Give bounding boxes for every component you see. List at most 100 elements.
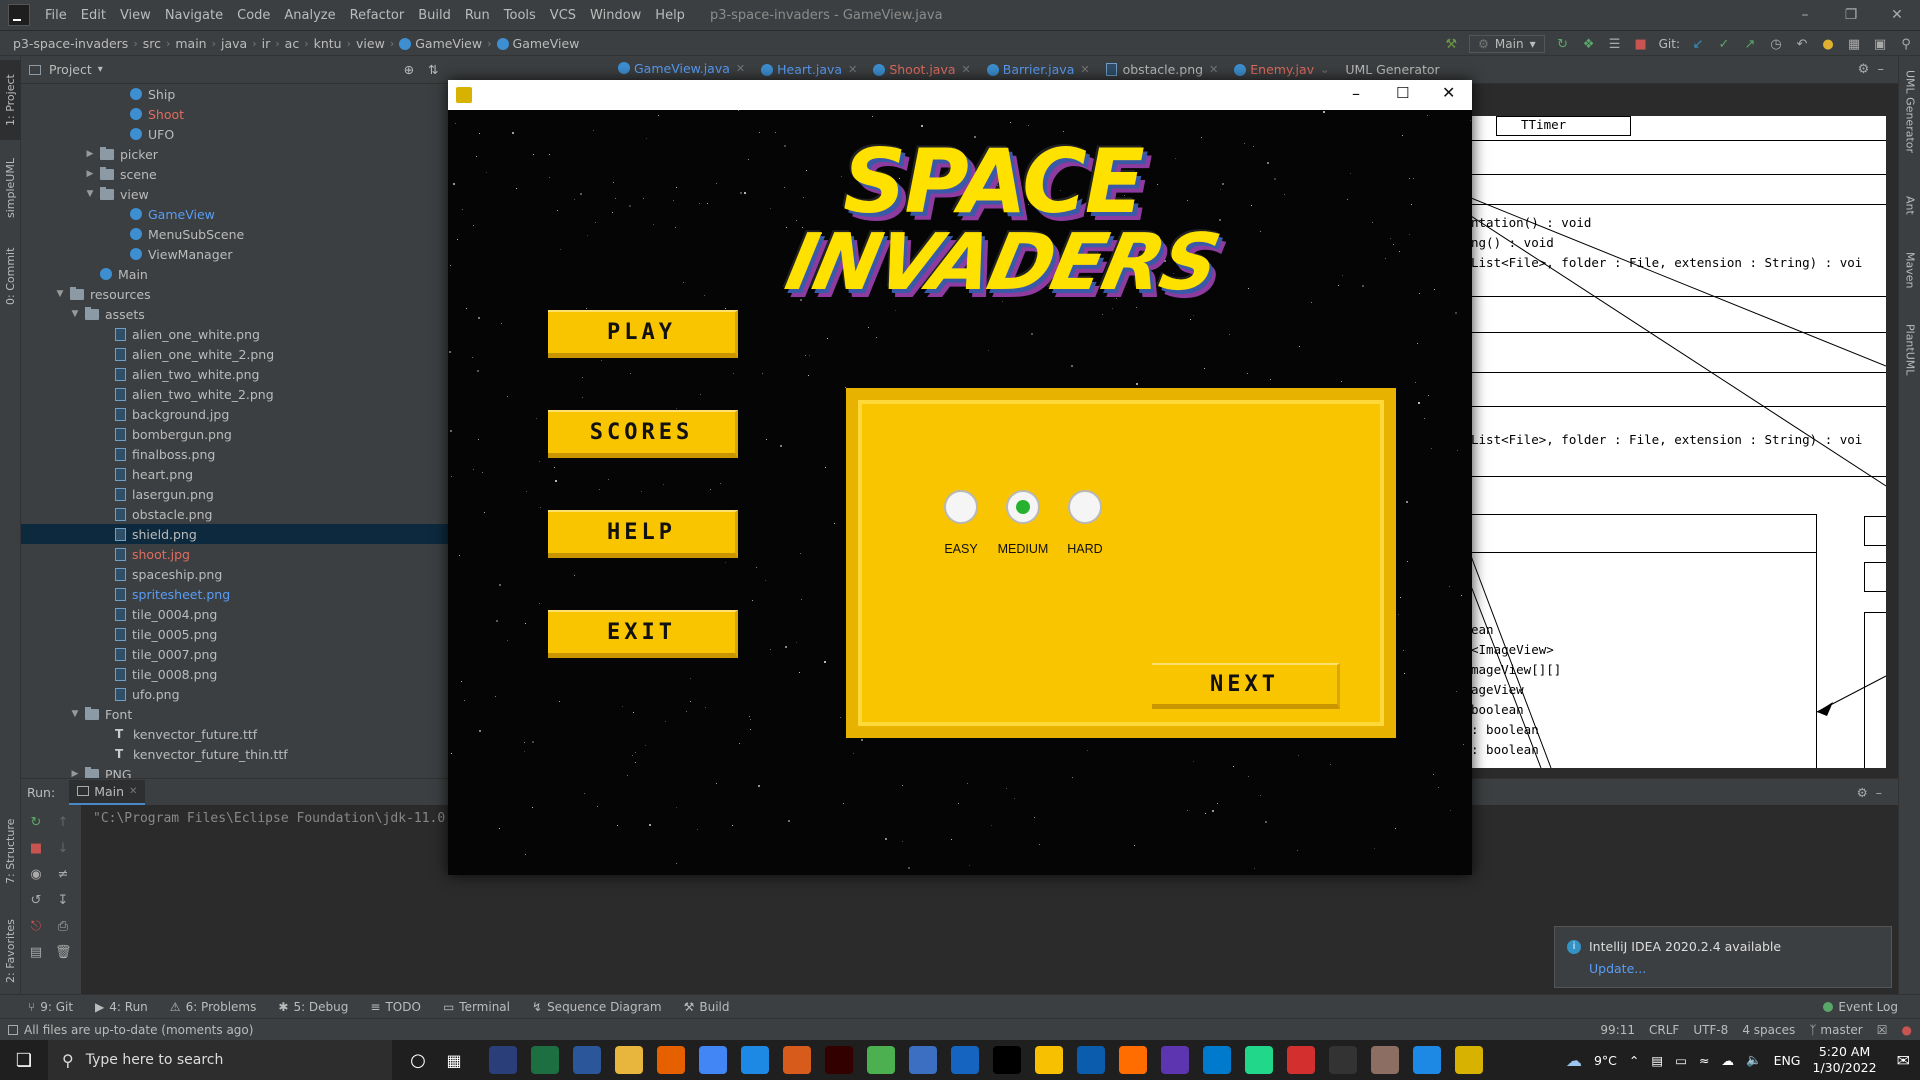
close-icon[interactable]: ✕	[736, 62, 745, 75]
event-log-button[interactable]: Event Log	[1823, 1000, 1898, 1014]
settings-gear-icon[interactable]: ⚙ –	[1857, 785, 1882, 800]
menu-file[interactable]: File	[38, 8, 74, 23]
chevron-right-icon[interactable]: ▶	[84, 149, 96, 159]
tool-button[interactable]: ⚠ 6: Problems	[170, 1000, 257, 1014]
file-explorer-icon[interactable]	[615, 1046, 643, 1074]
git-update-icon[interactable]: ↙	[1690, 36, 1706, 52]
project-view-select[interactable]: Project	[49, 62, 92, 77]
close-icon[interactable]: ✕	[848, 63, 857, 76]
tree-item[interactable]: ▼ view	[21, 184, 448, 204]
project-structure-icon[interactable]: ▦	[1846, 36, 1862, 52]
breadcrumb-item[interactable]: GameView	[494, 36, 583, 51]
notepad-icon[interactable]	[951, 1046, 979, 1074]
menu-analyze[interactable]: Analyze	[277, 8, 342, 23]
file-encoding[interactable]: UTF-8	[1693, 1023, 1728, 1037]
menu-view[interactable]: View	[113, 8, 158, 23]
menu-window[interactable]: Window	[583, 8, 648, 23]
clock[interactable]: 5:20 AM 1/30/2022	[1813, 1044, 1877, 1076]
close-icon[interactable]: ✕	[962, 63, 971, 76]
exit-button[interactable]: EXIT	[548, 610, 738, 658]
tree-item[interactable]: background.jpg	[21, 404, 448, 424]
close-button[interactable]: ✕	[1442, 83, 1455, 102]
breadcrumb-item[interactable]: main	[172, 36, 209, 51]
tree-item[interactable]: tile_0004.png	[21, 604, 448, 624]
tree-item[interactable]: shoot.jpg	[21, 544, 448, 564]
play-button[interactable]: PLAY	[548, 310, 738, 358]
acrobat-icon[interactable]	[1287, 1046, 1315, 1074]
tab-favorites[interactable]: 2: Favorites	[0, 906, 21, 996]
tool-button[interactable]: ▭ Terminal	[443, 1000, 510, 1014]
debug-icon[interactable]: ❖	[1581, 36, 1597, 52]
photoshop-icon[interactable]	[489, 1046, 517, 1074]
print-icon[interactable]: ⎙	[55, 919, 71, 935]
tree-item[interactable]: shield.png	[21, 524, 448, 544]
chevron-down-icon[interactable]: ▼	[69, 709, 81, 719]
chevron-down-icon[interactable]: ▼	[54, 289, 66, 299]
tool-button[interactable]: ≡ TODO	[370, 1000, 421, 1014]
tree-item[interactable]: alien_one_white.png	[21, 324, 448, 344]
tab-ant[interactable]: Ant	[1899, 180, 1920, 230]
cortana-icon[interactable]: ○	[400, 1050, 436, 1071]
down-icon[interactable]: ↓	[55, 841, 71, 857]
up-icon[interactable]: ↑	[55, 815, 71, 831]
tab-simpleuml[interactable]: simpleUML	[0, 148, 21, 228]
breadcrumb-item[interactable]: ac	[282, 36, 303, 51]
tree-item[interactable]: MenuSubScene	[21, 224, 448, 244]
intellij-icon[interactable]	[993, 1046, 1021, 1074]
matlab-icon[interactable]	[783, 1046, 811, 1074]
close-icon[interactable]: ✕	[129, 786, 137, 797]
trash-icon[interactable]: 🗑	[55, 945, 72, 961]
app-icon[interactable]	[1161, 1046, 1189, 1074]
tree-item[interactable]: finalboss.png	[21, 444, 448, 464]
settings-gear-icon[interactable]: ⚙ –	[1858, 62, 1884, 77]
task-view-icon[interactable]: ▦	[436, 1051, 472, 1070]
rollback-icon[interactable]: ↶	[1794, 36, 1810, 52]
vscode-icon[interactable]	[1203, 1046, 1231, 1074]
git-branch[interactable]: ᛉ master	[1809, 1023, 1863, 1037]
tool-button[interactable]: ↯ Sequence Diagram	[532, 1000, 662, 1014]
update-link[interactable]: Update...	[1589, 961, 1646, 976]
windows-start-icon[interactable]: ❏	[0, 1050, 48, 1071]
tab-structure[interactable]: 7: Structure	[0, 806, 21, 896]
breadcrumb-item[interactable]: GameView	[396, 36, 485, 51]
chevron-up-icon[interactable]: ⌃	[1629, 1053, 1639, 1068]
notifications-icon[interactable]: ✉	[1897, 1051, 1910, 1070]
tree-item[interactable]: alien_two_white.png	[21, 364, 448, 384]
camera-icon[interactable]: ◉	[28, 867, 44, 883]
stop-icon[interactable]: ■	[1633, 36, 1649, 52]
app-icon[interactable]	[1245, 1046, 1273, 1074]
tree-item[interactable]: Tkenvector_future_thin.ttf	[21, 744, 448, 764]
chevron-down-icon[interactable]: ▼	[69, 309, 81, 319]
tree-item[interactable]: Tkenvector_future.ttf	[21, 724, 448, 744]
collapse-all-icon[interactable]: ⇅	[428, 62, 438, 77]
git-push-icon[interactable]: ↗	[1742, 36, 1758, 52]
chevron-down-icon[interactable]: ⌄	[1320, 63, 1329, 76]
tree-item[interactable]: ▼ assets	[21, 304, 448, 324]
uml-diagram[interactable]: TTimer ntation() : void ng() : void List…	[1471, 116, 1886, 768]
scores-button[interactable]: SCORES	[548, 410, 738, 458]
menu-help[interactable]: Help	[648, 8, 692, 23]
locate-icon[interactable]: ⊕	[404, 62, 414, 77]
volume-icon[interactable]: 🔈	[1746, 1052, 1762, 1068]
battery-icon[interactable]: ▭	[1675, 1053, 1687, 1068]
menu-build[interactable]: Build	[411, 8, 458, 23]
breadcrumb-item[interactable]: ir	[259, 36, 274, 51]
app-icon[interactable]	[1119, 1046, 1147, 1074]
caret-position[interactable]: 99:11	[1600, 1023, 1635, 1037]
menu-run[interactable]: Run	[458, 8, 497, 23]
indent-setting[interactable]: 4 spaces	[1742, 1023, 1795, 1037]
tree-item[interactable]: alien_one_white_2.png	[21, 344, 448, 364]
radio-medium[interactable]	[1006, 490, 1040, 524]
tree-item[interactable]: UFO	[21, 124, 448, 144]
game-app-icon[interactable]	[1455, 1046, 1483, 1074]
chevron-right-icon[interactable]: ▶	[84, 169, 96, 179]
virtualbox-icon[interactable]	[909, 1046, 937, 1074]
tree-item[interactable]: spritesheet.png	[21, 584, 448, 604]
chrome-icon[interactable]	[699, 1046, 727, 1074]
taskbar-search[interactable]: ⚲ Type here to search	[48, 1040, 392, 1080]
tool-button[interactable]: ▶ 4: Run	[95, 1000, 148, 1014]
tree-item[interactable]: alien_two_white_2.png	[21, 384, 448, 404]
chevron-down-icon[interactable]: ▼	[84, 189, 96, 199]
build-hammer-icon[interactable]: ⚒	[1443, 36, 1459, 52]
tree-item[interactable]: spaceship.png	[21, 564, 448, 584]
